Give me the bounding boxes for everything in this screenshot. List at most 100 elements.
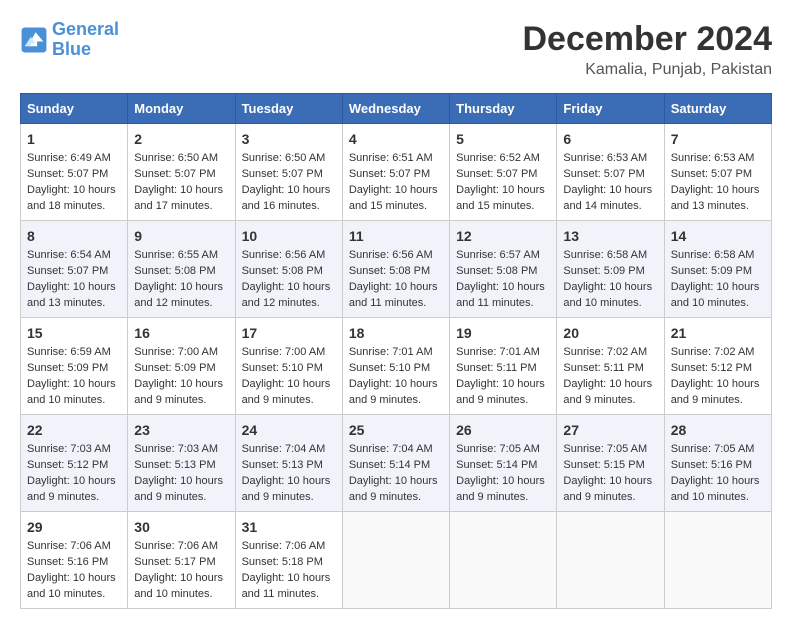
day-number: 17 (242, 323, 336, 343)
calendar-cell: 27Sunrise: 7:05 AMSunset: 5:15 PMDayligh… (557, 415, 664, 512)
day-number: 12 (456, 226, 550, 246)
daylight-info: Daylight: 10 hours and 9 minutes. (242, 475, 331, 503)
daylight-info: Daylight: 10 hours and 11 minutes. (456, 281, 545, 309)
title-block: December 2024 Kamalia, Punjab, Pakistan (522, 20, 772, 79)
sunrise-info: Sunrise: 7:05 AM (671, 443, 755, 455)
calendar-cell: 13 Sunrise: 6:58 AM Sunset: 5:09 PM Dayligh… (557, 221, 664, 318)
day-number: 24 (242, 420, 336, 440)
sunrise-info: Sunrise: 6:54 AM (27, 249, 111, 261)
daylight-info: Daylight: 10 hours and 10 minutes. (27, 572, 116, 600)
sunset-info: Sunset: 5:09 PM (671, 265, 752, 277)
calendar-cell: 15Sunrise: 6:59 AMSunset: 5:09 PMDayligh… (21, 318, 128, 415)
daylight-info: Daylight: 10 hours and 13 minutes. (671, 184, 760, 212)
sunset-info: Sunset: 5:14 PM (349, 459, 430, 471)
sunrise-info: Sunrise: 6:53 AM (563, 152, 647, 164)
calendar-cell (557, 512, 664, 609)
day-number: 6 (563, 129, 657, 149)
daylight-info: Daylight: 10 hours and 16 minutes. (242, 184, 331, 212)
sunrise-info: Sunrise: 6:59 AM (27, 346, 111, 358)
day-number: 7 (671, 129, 765, 149)
daylight-info: Daylight: 10 hours and 10 minutes. (671, 475, 760, 503)
daylight-info: Daylight: 10 hours and 9 minutes. (456, 378, 545, 406)
day-number: 4 (349, 129, 443, 149)
calendar-cell: 21Sunrise: 7:02 AMSunset: 5:12 PMDayligh… (664, 318, 771, 415)
daylight-info: Daylight: 10 hours and 12 minutes. (242, 281, 331, 309)
calendar-cell: 7Sunrise: 6:53 AMSunset: 5:07 PMDaylight… (664, 124, 771, 221)
sunrise-info: Sunrise: 6:55 AM (134, 249, 218, 261)
daylight-info: Daylight: 10 hours and 10 minutes. (27, 378, 116, 406)
calendar-table: SundayMondayTuesdayWednesdayThursdayFrid… (20, 93, 772, 609)
sunrise-info: Sunrise: 6:50 AM (242, 152, 326, 164)
daylight-info: Daylight: 10 hours and 15 minutes. (349, 184, 438, 212)
sunrise-info: Sunrise: 6:57 AM (456, 249, 540, 261)
col-header-friday: Friday (557, 94, 664, 124)
daylight-info: Daylight: 10 hours and 10 minutes. (563, 281, 652, 309)
col-header-sunday: Sunday (21, 94, 128, 124)
sunset-info: Sunset: 5:13 PM (242, 459, 323, 471)
calendar-cell: 8Sunrise: 6:54 AMSunset: 5:07 PMDaylight… (21, 221, 128, 318)
col-header-wednesday: Wednesday (342, 94, 449, 124)
day-number: 30 (134, 517, 228, 537)
calendar-cell: 4 Sunrise: 6:51 AM Sunset: 5:07 PM Daylight… (342, 124, 449, 221)
day-number: 28 (671, 420, 765, 440)
sunrise-info: Sunrise: 7:02 AM (671, 346, 755, 358)
day-number: 9 (134, 226, 228, 246)
sunset-info: Sunset: 5:11 PM (456, 362, 537, 374)
sunset-info: Sunset: 5:07 PM (456, 168, 537, 180)
daylight-info: Daylight: 10 hours and 9 minutes. (671, 378, 760, 406)
daylight-info: Daylight: 10 hours and 9 minutes. (242, 378, 331, 406)
calendar-cell: 29Sunrise: 7:06 AMSunset: 5:16 PMDayligh… (21, 512, 128, 609)
calendar-week-row: 29Sunrise: 7:06 AMSunset: 5:16 PMDayligh… (21, 512, 772, 609)
daylight-info: Daylight: 10 hours and 9 minutes. (563, 378, 652, 406)
daylight-info: Daylight: 10 hours and 17 minutes. (134, 184, 223, 212)
day-number: 14 (671, 226, 765, 246)
sunset-info: Sunset: 5:16 PM (671, 459, 752, 471)
sunrise-info: Sunrise: 7:02 AM (563, 346, 647, 358)
logo-icon (20, 26, 48, 54)
sunrise-info: Sunrise: 7:03 AM (27, 443, 111, 455)
day-number: 18 (349, 323, 443, 343)
sunrise-info: Sunrise: 7:01 AM (456, 346, 540, 358)
calendar-cell (342, 512, 449, 609)
daylight-info: Daylight: 10 hours and 12 minutes. (134, 281, 223, 309)
day-number: 8 (27, 226, 121, 246)
day-number: 13 (563, 226, 657, 246)
sunrise-info: Sunrise: 6:56 AM (242, 249, 326, 261)
day-number: 23 (134, 420, 228, 440)
calendar-cell: 26Sunrise: 7:05 AMSunset: 5:14 PMDayligh… (450, 415, 557, 512)
daylight-info: Daylight: 10 hours and 11 minutes. (349, 281, 438, 309)
daylight-info: Daylight: 10 hours and 9 minutes. (563, 475, 652, 503)
sunrise-info: Sunrise: 6:58 AM (563, 249, 647, 261)
sunset-info: Sunset: 5:18 PM (242, 556, 323, 568)
calendar-header-row: SundayMondayTuesdayWednesdayThursdayFrid… (21, 94, 772, 124)
sunset-info: Sunset: 5:09 PM (563, 265, 644, 277)
daylight-info: Daylight: 10 hours and 10 minutes. (671, 281, 760, 309)
day-number: 1 (27, 129, 121, 149)
calendar-cell: 25Sunrise: 7:04 AMSunset: 5:14 PMDayligh… (342, 415, 449, 512)
calendar-cell: 23Sunrise: 7:03 AMSunset: 5:13 PMDayligh… (128, 415, 235, 512)
calendar-cell: 20Sunrise: 7:02 AMSunset: 5:11 PMDayligh… (557, 318, 664, 415)
sunrise-info: Sunrise: 7:06 AM (242, 540, 326, 552)
day-number: 19 (456, 323, 550, 343)
sunrise-info: Sunrise: 7:06 AM (134, 540, 218, 552)
sunrise-info: Sunrise: 7:05 AM (563, 443, 647, 455)
daylight-info: Daylight: 10 hours and 14 minutes. (563, 184, 652, 212)
sunset-info: Sunset: 5:07 PM (349, 168, 430, 180)
sunrise-info: Sunrise: 6:53 AM (671, 152, 755, 164)
sunset-info: Sunset: 5:08 PM (349, 265, 430, 277)
sunset-info: Sunset: 5:07 PM (134, 168, 215, 180)
daylight-info: Daylight: 10 hours and 11 minutes. (242, 572, 331, 600)
calendar-cell (450, 512, 557, 609)
sunrise-info: Sunrise: 6:51 AM (349, 152, 433, 164)
sunset-info: Sunset: 5:07 PM (242, 168, 323, 180)
calendar-week-row: 15Sunrise: 6:59 AMSunset: 5:09 PMDayligh… (21, 318, 772, 415)
day-number: 16 (134, 323, 228, 343)
page-header: General Blue December 2024 Kamalia, Punj… (20, 20, 772, 79)
sunset-info: Sunset: 5:09 PM (134, 362, 215, 374)
sunrise-info: Sunrise: 7:00 AM (134, 346, 218, 358)
calendar-cell: 11Sunrise: 6:56 AMSunset: 5:08 PMDayligh… (342, 221, 449, 318)
sunset-info: Sunset: 5:08 PM (242, 265, 323, 277)
sunset-info: Sunset: 5:09 PM (27, 362, 108, 374)
sunset-info: Sunset: 5:10 PM (242, 362, 323, 374)
logo-text: General Blue (52, 20, 119, 60)
